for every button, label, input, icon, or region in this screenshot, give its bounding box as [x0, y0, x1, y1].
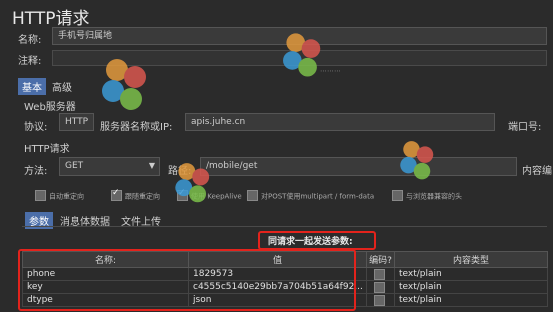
checkbox-icon: [373, 268, 385, 280]
page-title: HTTP请求: [12, 9, 90, 29]
checkbox-follow-redirect[interactable]: 跟随重定向: [111, 188, 160, 202]
path-input[interactable]: /mobile/get: [200, 157, 517, 176]
method-select[interactable]: GET ▼: [59, 157, 160, 176]
tab-basic[interactable]: 基本: [18, 78, 46, 95]
dropdown-arrow-icon: ▼: [148, 161, 155, 170]
name-label: 名称:: [18, 35, 42, 46]
encode-cell[interactable]: [366, 280, 395, 294]
checkbox-icon: [373, 281, 385, 293]
param-content-type[interactable]: text/plain: [394, 293, 548, 307]
method-label: 方法:: [24, 166, 48, 177]
server-label: 服务器名称或IP:: [100, 122, 173, 133]
server-value: apis.juhe.cn: [191, 117, 246, 127]
protocol-label: 协议:: [24, 122, 48, 133]
param-content-type[interactable]: text/plain: [394, 280, 548, 294]
encode-cell[interactable]: [366, 267, 395, 281]
checkbox-auto-redirect[interactable]: 自动重定向: [35, 190, 84, 202]
encode-cell[interactable]: [366, 293, 395, 307]
pinwheel-watermark-icon: [102, 59, 146, 110]
highlight-annotation: [18, 249, 356, 311]
checkbox-icon: [35, 190, 46, 201]
checkbox-checked-icon: [111, 188, 122, 201]
protocol-value: HTTP: [65, 117, 89, 127]
content-encoding-label: 内容编: [522, 166, 552, 177]
tab-advanced[interactable]: 高级: [48, 78, 76, 95]
comment-label: 注释:: [18, 56, 42, 67]
checkbox-browser-headers[interactable]: 与浏览器兼容的头: [392, 190, 462, 202]
param-content-type[interactable]: text/plain: [394, 267, 548, 281]
column-header-content-type[interactable]: 内容类型: [394, 251, 548, 268]
top-tab-bar: 基本 高级: [18, 78, 76, 95]
checkbox-icon: [247, 190, 258, 201]
pinwheel-watermark-icon: [175, 163, 210, 203]
port-label: 端口号:: [508, 122, 542, 133]
protocol-input[interactable]: HTTP: [59, 113, 94, 131]
http-request-label: HTTP请求: [24, 144, 70, 155]
divider: [22, 226, 547, 227]
pinwheel-watermark-icon: [283, 33, 321, 77]
pinwheel-watermark-icon: [400, 141, 434, 180]
checkbox-icon: [392, 190, 403, 201]
send-params-label: 同请求一起发送参数:: [268, 237, 353, 247]
name-value: 手机号归属地: [58, 31, 113, 41]
server-input[interactable]: apis.juhe.cn: [185, 113, 495, 131]
column-header-encode[interactable]: 编码?: [366, 251, 395, 268]
checkbox-icon: [373, 294, 385, 306]
checkbox-multipart[interactable]: 对POST使用multipart / form-data: [247, 190, 374, 202]
method-value: GET: [65, 161, 84, 171]
web-server-label: Web服务器: [24, 102, 76, 113]
